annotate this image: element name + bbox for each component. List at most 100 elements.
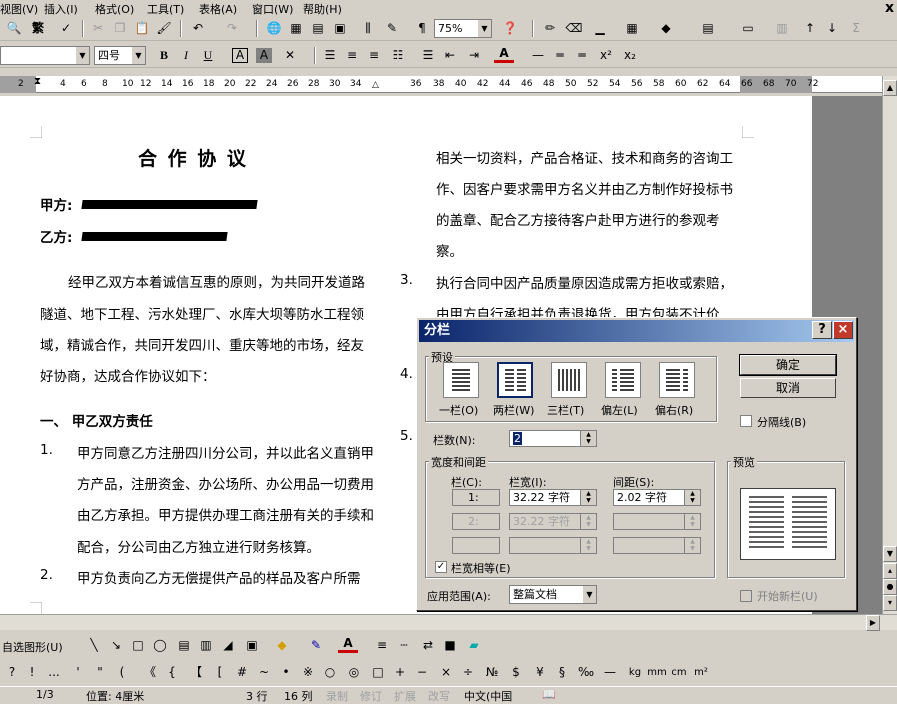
window-close-button[interactable]: x (885, 0, 894, 16)
bold-icon[interactable]: B (154, 46, 174, 65)
symbol-button[interactable]: § (552, 663, 572, 682)
font-color-button[interactable]: A (494, 46, 514, 63)
apply-to-select[interactable]: 整篇文档 ▼ (509, 585, 597, 604)
preset-three-columns[interactable] (551, 362, 587, 398)
help-icon[interactable]: ❓ (500, 19, 520, 38)
symbol-button[interactable]: ? (2, 663, 22, 682)
symbol-button[interactable]: 【 (186, 663, 206, 682)
oval-tool-icon[interactable]: ◯ (150, 636, 170, 655)
columns-icon[interactable]: ⫼ (358, 19, 378, 38)
ok-button[interactable]: 确定 (739, 354, 837, 376)
horizontal-ruler[interactable]: 2 ⧗ 4 6 8 10 12 14 16 18 20 22 24 26 28 … (0, 76, 882, 93)
drawing-icon[interactable]: ✎ (382, 19, 402, 38)
char-border-icon[interactable]: A (232, 48, 248, 63)
show-hide-icon[interactable]: ¶ (412, 19, 432, 38)
hyperlink-icon[interactable]: 🌐 (264, 19, 284, 38)
line-style-2-icon[interactable]: ≡ (372, 636, 392, 655)
column-width-input[interactable]: 32.22 字符 ▲ ▼ (509, 489, 597, 506)
symbol-button[interactable]: mm (646, 663, 668, 682)
border-icon[interactable]: ▦ (622, 19, 642, 38)
char-shading-icon[interactable]: A (256, 48, 272, 63)
symbol-button[interactable]: m² (690, 663, 712, 682)
arrow-tool-icon[interactable]: ↘ (106, 636, 126, 655)
indent-marker-icon[interactable]: ⧗ (34, 76, 41, 87)
draw-font-color-icon[interactable]: A (338, 636, 358, 653)
symbol-button[interactable]: • (276, 663, 296, 682)
symbol-button[interactable]: + (390, 663, 410, 682)
line-color-icon[interactable]: ✎ (306, 636, 326, 655)
spinner-icon[interactable]: ▲ ▼ (580, 431, 596, 446)
symbol-button[interactable]: × (436, 663, 456, 682)
menu-tools[interactable]: 工具(T) (147, 1, 184, 17)
symbol-button[interactable]: " (90, 663, 110, 682)
symbol-button[interactable]: — (600, 663, 620, 682)
symbol-button[interactable]: □ (368, 663, 388, 682)
zoom-combo[interactable]: 75% ▼ (434, 19, 492, 38)
cancel-button[interactable]: 取消 (740, 378, 836, 398)
numbering-icon[interactable]: ☰ (418, 46, 438, 65)
line-3-icon[interactable]: ═ (572, 46, 592, 65)
align-right-icon[interactable]: ≡ (364, 46, 384, 65)
symbol-button[interactable]: ◎ (344, 663, 364, 682)
spacing-input[interactable]: 2.02 字符 ▲ ▼ (613, 489, 701, 506)
horizontal-scrollbar[interactable]: ▶ (0, 614, 897, 631)
spelling-status-icon[interactable]: 📖 (542, 688, 556, 701)
equal-width-checkbox[interactable]: ✓ (435, 561, 447, 573)
menu-insert[interactable]: 插入(I) (44, 1, 78, 17)
prev-page-icon[interactable]: ▴ (883, 563, 897, 579)
symbol-button[interactable]: $ (506, 663, 526, 682)
symbol-button[interactable]: # (232, 663, 252, 682)
underline-icon[interactable]: U (198, 46, 218, 65)
symbol-button[interactable]: − (412, 663, 432, 682)
symbol-button[interactable]: ○ (320, 663, 340, 682)
symbol-button[interactable]: ( (112, 663, 132, 682)
decrease-indent-icon[interactable]: ⇤ (440, 46, 460, 65)
symbol-button[interactable]: ~ (254, 663, 274, 682)
close-button[interactable]: × (833, 321, 853, 339)
columns-count-input[interactable]: 2 ▲ ▼ (509, 430, 597, 447)
align-center-icon[interactable]: ≡ (342, 46, 362, 65)
menu-window[interactable]: 窗口(W) (252, 1, 293, 17)
distribute-icon[interactable]: ☷ (388, 46, 408, 65)
insert-excel-icon[interactable]: ▣ (330, 19, 350, 38)
symbol-button[interactable]: ÷ (458, 663, 478, 682)
increase-indent-icon[interactable]: ⇥ (464, 46, 484, 65)
preset-one-column[interactable] (443, 362, 479, 398)
superscript-icon[interactable]: x² (596, 46, 616, 65)
arrow-style-icon[interactable]: ⇄ (418, 636, 438, 655)
symbol-button[interactable]: { (162, 663, 182, 682)
line-2-icon[interactable]: ═ (550, 46, 570, 65)
scroll-up-icon[interactable]: ▲ (883, 80, 897, 96)
paste-icon[interactable]: 📋 (132, 19, 152, 38)
undo-icon[interactable]: ↶ (188, 19, 208, 38)
autosum-icon[interactable]: Σ (846, 19, 866, 38)
autoshapes-button[interactable]: 自选图形(U) (2, 639, 63, 655)
line-1-icon[interactable]: — (528, 46, 548, 65)
symbol-button[interactable]: ... (44, 663, 64, 682)
insert-table-2-icon[interactable]: ▤ (698, 19, 718, 38)
menu-format[interactable]: 格式(O) (95, 1, 134, 17)
insert-table-icon[interactable]: ▤ (308, 19, 328, 38)
sort-ascending-icon[interactable]: ↑ (800, 19, 820, 38)
symbol-button[interactable]: ‰ (576, 663, 596, 682)
spellcheck-icon[interactable]: ✓ (56, 19, 76, 38)
symbol-button[interactable]: ! (22, 663, 42, 682)
3d-icon[interactable]: ▰ (464, 636, 484, 655)
scroll-down-icon[interactable]: ▼ (883, 546, 897, 562)
wordart-icon[interactable]: ◢ (218, 636, 238, 655)
menu-help[interactable]: 帮助(H) (303, 1, 342, 17)
textbox-icon[interactable]: ▤ (174, 636, 194, 655)
merge-cells-icon[interactable]: ▭ (738, 19, 758, 38)
pen-icon[interactable]: ✏ (540, 19, 560, 38)
next-page-icon[interactable]: ▾ (883, 595, 897, 611)
redo-icon[interactable]: ↷ (222, 19, 242, 38)
align-justify-icon[interactable]: ☰ (320, 46, 340, 65)
tables-borders-icon[interactable]: ▦ (286, 19, 306, 38)
copy-icon[interactable]: ❐ (110, 19, 130, 38)
vertical-scrollbar[interactable]: ▲ ▼ ▴ ● ▾ (882, 76, 897, 614)
spinner-icon[interactable]: ▲ ▼ (684, 490, 700, 505)
symbol-button[interactable]: № (482, 663, 502, 682)
symbol-button[interactable]: ※ (298, 663, 318, 682)
line-tool-icon[interactable]: ╲ (84, 636, 104, 655)
menu-table[interactable]: 表格(A) (199, 1, 237, 17)
